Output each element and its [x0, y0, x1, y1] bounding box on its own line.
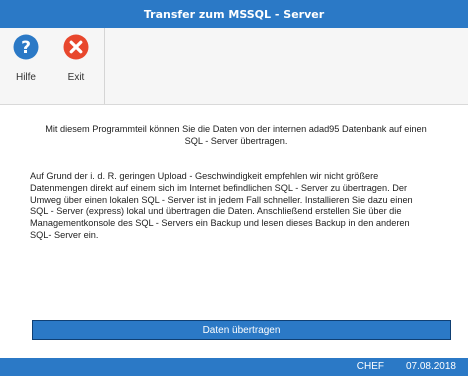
help-icon: ? — [13, 34, 39, 60]
help-button[interactable]: ? Hilfe — [6, 34, 46, 100]
status-bar: CHEF 07.08.2018 — [0, 358, 468, 376]
status-user: CHEF — [356, 361, 384, 372]
exit-label: Exit — [67, 72, 85, 83]
close-icon — [63, 34, 89, 60]
intro-text: Mit diesem Programmteil können Sie die D… — [26, 123, 446, 147]
ribbon-group: ? Hilfe Exit — [0, 28, 105, 104]
transfer-window: Transfer zum MSSQL - Server ? Hilfe Exit… — [0, 0, 468, 376]
window-title: Transfer zum MSSQL - Server — [0, 0, 468, 28]
intro-line: SQL - Server übertragen. — [184, 136, 288, 146]
status-date: 07.08.2018 — [405, 361, 456, 372]
ribbon-toolbar: ? Hilfe Exit — [0, 28, 468, 105]
intro-line: Mit diesem Programmteil können Sie die D… — [45, 124, 427, 134]
info-line: SQL- Server ein. — [30, 229, 99, 240]
info-line: Umweg über einen lokalen SQL - Server is… — [30, 194, 413, 205]
help-label: Hilfe — [15, 72, 36, 83]
info-line: SQL - Server (express) lokal und übertra… — [30, 206, 402, 217]
info-text: Auf Grund der i. d. R. geringen Upload -… — [30, 171, 450, 242]
content-area: Mit diesem Programmteil können Sie die D… — [0, 105, 468, 358]
info-line: Datenmengen direkt auf einem sich im Int… — [30, 182, 408, 193]
transfer-data-button[interactable]: Daten übertragen — [32, 320, 451, 340]
info-line: Managementkonsole des SQL - Servers ein … — [30, 218, 410, 229]
exit-button[interactable]: Exit — [56, 34, 96, 100]
info-line: Auf Grund der i. d. R. geringen Upload -… — [30, 171, 379, 181]
svg-text:?: ? — [21, 38, 31, 58]
